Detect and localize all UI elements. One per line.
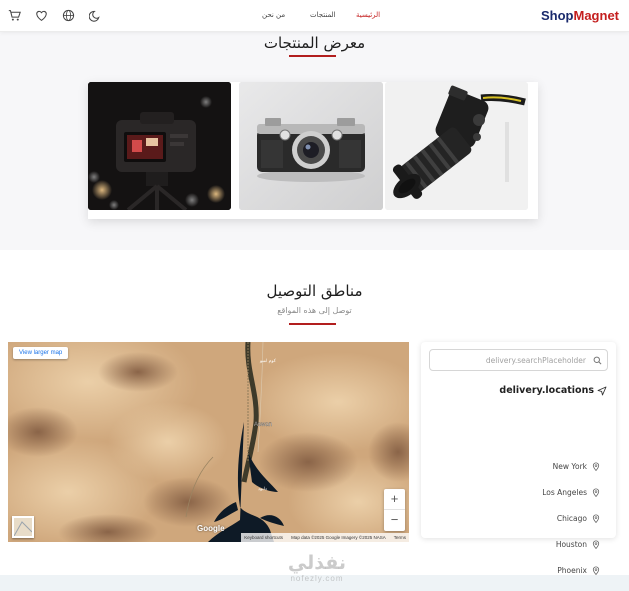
delivery-title: مناطق التوصيل: [266, 282, 363, 300]
view-larger-map-button[interactable]: View larger map: [13, 347, 69, 359]
map-terms-link[interactable]: Terms: [394, 535, 406, 540]
delivery-locations-card: delivery.locations New York Los Angeles …: [421, 342, 616, 575]
location-name: Houston: [555, 539, 587, 549]
zoom-in-button[interactable]: +: [384, 489, 405, 510]
zoom-out-button[interactable]: −: [384, 510, 405, 531]
map-pin-icon: [592, 514, 600, 523]
nav-about[interactable]: من نحن: [262, 11, 285, 19]
cart-icon[interactable]: [8, 9, 21, 22]
map-pin-icon: [592, 566, 600, 575]
delivery-map[interactable]: Aswan كوم امبو دابود View larger map + −…: [8, 342, 409, 542]
gallery-image-dslr-camera[interactable]: [385, 82, 528, 210]
satellite-map-image: Aswan كوم امبو دابود: [8, 342, 409, 542]
keyboard-shortcuts-link[interactable]: Keyboard shortcuts: [244, 535, 283, 540]
map-pin-icon: [592, 488, 600, 497]
map-data-text: Map data ©2025 Google Imagery ©2025 NASA: [291, 535, 386, 540]
location-item-chicago[interactable]: Chicago: [557, 512, 600, 524]
navigation-arrow-icon: [597, 386, 607, 396]
map-pin-icon: [592, 462, 600, 471]
location-name: Los Angeles: [542, 487, 587, 497]
gallery-image-vintage-camera[interactable]: [239, 82, 383, 210]
gallery-title: معرض المنتجات: [263, 34, 366, 52]
footer-strip: [0, 575, 629, 591]
moon-icon[interactable]: [89, 9, 102, 22]
map-zoom-controls: + −: [384, 489, 405, 531]
nav-products[interactable]: المنتجات: [310, 11, 336, 19]
delivery-title-underline: [289, 323, 336, 325]
nav-home[interactable]: الرئيسية: [356, 11, 380, 19]
delivery-subtitle: توصل إلى هذه المواقع: [277, 306, 352, 315]
gallery-carousel: [88, 82, 538, 219]
map-attribution: Keyboard shortcuts Map data ©2025 Google…: [241, 533, 409, 542]
logo-part-shop: Shop: [541, 8, 574, 23]
location-search-input[interactable]: [436, 353, 586, 367]
locations-title: delivery.locations: [499, 385, 594, 396]
delivery-section: مناطق التوصيل توصل إلى هذه المواقع Aswan…: [0, 250, 629, 575]
google-logo: Google: [197, 524, 225, 533]
logo-part-magnet: Magnet: [573, 8, 620, 23]
map-place-label: Aswan: [254, 422, 272, 428]
gallery-image-tripod-camera[interactable]: [88, 82, 231, 210]
location-name: Phoenix: [557, 565, 587, 575]
location-item-los-angeles[interactable]: Los Angeles: [542, 486, 600, 498]
gallery-section: معرض المنتجات: [0, 32, 629, 250]
globe-icon[interactable]: [62, 9, 75, 22]
location-name: New York: [552, 461, 587, 471]
search-icon: [593, 356, 602, 365]
site-header: من نحن المنتجات الرئيسية ShopMagnet: [0, 0, 629, 32]
location-item-new-york[interactable]: New York: [553, 460, 600, 472]
location-item-houston[interactable]: Houston: [556, 538, 600, 550]
header-icons: [8, 9, 102, 22]
map-type-thumbnail[interactable]: [12, 516, 34, 538]
gallery-title-underline: [289, 55, 336, 57]
map-pin-icon: [592, 540, 600, 549]
heart-icon[interactable]: [35, 9, 48, 22]
location-search-box: [429, 349, 608, 371]
site-logo[interactable]: ShopMagnet: [541, 8, 619, 23]
location-name: Chicago: [556, 513, 587, 523]
